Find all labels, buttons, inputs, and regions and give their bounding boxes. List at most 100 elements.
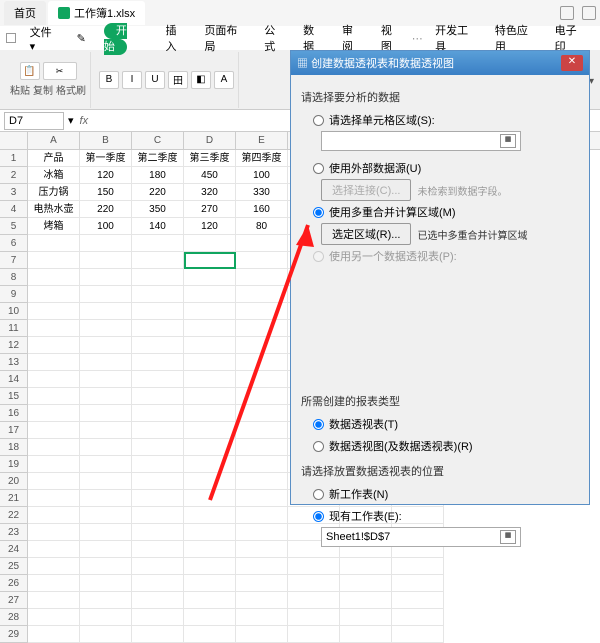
cell[interactable]: 150 — [80, 184, 132, 201]
name-box[interactable]: D7 — [4, 112, 64, 130]
cell[interactable] — [28, 422, 80, 439]
border-button[interactable]: 田 — [168, 71, 188, 89]
row-header[interactable]: 24 — [0, 541, 27, 558]
cell[interactable] — [392, 609, 444, 626]
col-header[interactable]: A — [28, 132, 80, 149]
row-header[interactable]: 6 — [0, 235, 27, 252]
row-header[interactable]: 3 — [0, 184, 27, 201]
range-selector-icon[interactable]: ▦ — [500, 530, 516, 544]
cell[interactable] — [28, 371, 80, 388]
opt-existing-sheet[interactable]: 现有工作表(E): — [301, 505, 579, 527]
cell[interactable] — [80, 626, 132, 643]
cell[interactable] — [28, 626, 80, 643]
cell[interactable] — [132, 388, 184, 405]
cell[interactable] — [236, 235, 288, 252]
row-header[interactable]: 8 — [0, 269, 27, 286]
cell[interactable] — [236, 558, 288, 575]
cell[interactable] — [236, 303, 288, 320]
cell[interactable] — [80, 269, 132, 286]
cell[interactable] — [132, 405, 184, 422]
dialog-titlebar[interactable]: ▦ 创建数据透视表和数据透视图 ✕ — [291, 51, 589, 75]
opt-pivot-chart[interactable]: 数据透视图(及数据透视表)(R) — [301, 435, 579, 457]
cell[interactable]: 140 — [132, 218, 184, 235]
cell[interactable] — [132, 541, 184, 558]
opt-new-sheet[interactable]: 新工作表(N) — [301, 483, 579, 505]
cell[interactable] — [80, 337, 132, 354]
cell[interactable] — [80, 422, 132, 439]
menu-file[interactable]: 文件 ▾ — [22, 22, 67, 55]
cell[interactable] — [184, 507, 236, 524]
cell[interactable] — [132, 507, 184, 524]
cell[interactable] — [28, 473, 80, 490]
cell[interactable] — [184, 541, 236, 558]
cell[interactable]: 100 — [236, 167, 288, 184]
cell[interactable] — [236, 592, 288, 609]
cell[interactable] — [288, 609, 340, 626]
cell[interactable] — [80, 558, 132, 575]
cell[interactable] — [132, 303, 184, 320]
cell[interactable] — [28, 405, 80, 422]
row-header[interactable]: 22 — [0, 507, 27, 524]
row-header[interactable]: 5 — [0, 218, 27, 235]
app-menu-icon[interactable] — [6, 33, 16, 43]
row-header[interactable]: 27 — [0, 592, 27, 609]
cell[interactable] — [28, 575, 80, 592]
cell[interactable] — [184, 405, 236, 422]
select-region-button[interactable]: 选定区域(R)... — [321, 223, 411, 245]
cell[interactable]: 180 — [132, 167, 184, 184]
cell[interactable] — [236, 456, 288, 473]
cell[interactable]: 100 — [80, 218, 132, 235]
col-header[interactable]: C — [132, 132, 184, 149]
cell[interactable] — [184, 558, 236, 575]
cell[interactable]: 330 — [236, 184, 288, 201]
cell[interactable] — [184, 456, 236, 473]
cell[interactable] — [132, 235, 184, 252]
cell[interactable] — [184, 371, 236, 388]
cell[interactable] — [132, 558, 184, 575]
cell[interactable] — [132, 337, 184, 354]
cell[interactable] — [184, 575, 236, 592]
cell[interactable] — [80, 456, 132, 473]
cell[interactable]: 450 — [184, 167, 236, 184]
cell[interactable] — [236, 575, 288, 592]
cell[interactable]: 冰箱 — [28, 167, 80, 184]
cell[interactable] — [28, 303, 80, 320]
row-header[interactable]: 11 — [0, 320, 27, 337]
cell[interactable]: 320 — [184, 184, 236, 201]
cell[interactable] — [132, 252, 184, 269]
cell[interactable] — [236, 252, 288, 269]
row-header[interactable]: 19 — [0, 456, 27, 473]
cell[interactable] — [80, 235, 132, 252]
cell[interactable] — [80, 490, 132, 507]
opt-external[interactable]: 使用外部数据源(U) — [301, 157, 579, 179]
cell[interactable] — [28, 388, 80, 405]
row-header[interactable]: 28 — [0, 609, 27, 626]
cell[interactable] — [236, 320, 288, 337]
cell[interactable] — [132, 320, 184, 337]
row-header[interactable]: 23 — [0, 524, 27, 541]
menu-edit-icon[interactable]: ✎ — [69, 30, 94, 47]
cell[interactable] — [132, 422, 184, 439]
cell[interactable] — [80, 439, 132, 456]
cell[interactable] — [132, 456, 184, 473]
cell[interactable]: 220 — [132, 184, 184, 201]
cell[interactable] — [80, 575, 132, 592]
cell[interactable] — [236, 439, 288, 456]
cell[interactable] — [184, 439, 236, 456]
cell[interactable] — [28, 337, 80, 354]
cell[interactable]: 160 — [236, 201, 288, 218]
cell[interactable] — [28, 456, 80, 473]
cell[interactable] — [340, 609, 392, 626]
cell[interactable] — [184, 286, 236, 303]
cell[interactable] — [236, 371, 288, 388]
menu-overflow-icon[interactable]: ⋯ — [412, 32, 425, 45]
row-header[interactable]: 9 — [0, 286, 27, 303]
cell[interactable] — [132, 371, 184, 388]
cell[interactable]: 第二季度 — [132, 150, 184, 167]
cell[interactable] — [132, 592, 184, 609]
cell[interactable] — [28, 507, 80, 524]
row-header[interactable]: 26 — [0, 575, 27, 592]
row-header[interactable]: 14 — [0, 371, 27, 388]
cell[interactable] — [80, 286, 132, 303]
col-header[interactable]: E — [236, 132, 288, 149]
